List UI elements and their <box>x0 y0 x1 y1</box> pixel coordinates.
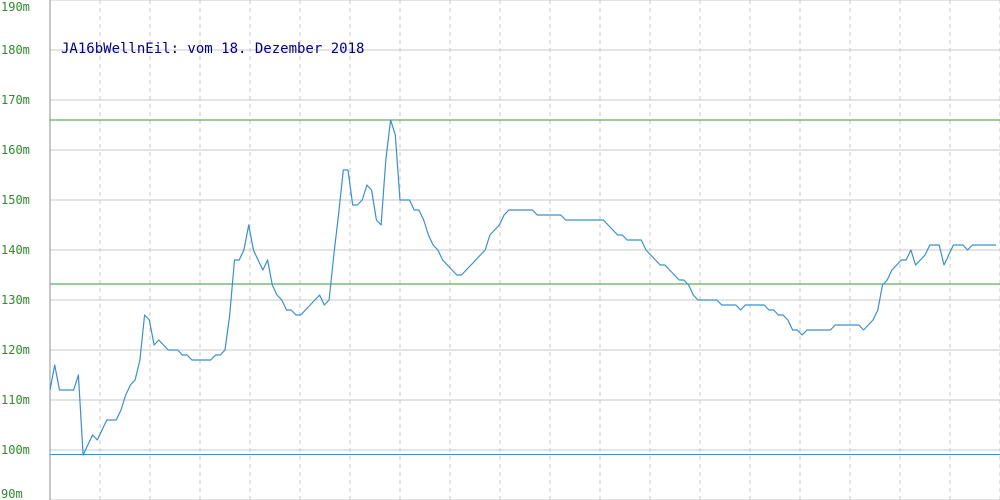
y-tick-label: 90m <box>1 487 23 500</box>
y-tick-label: 170m <box>1 93 30 107</box>
y-tick-label: 180m <box>1 43 30 57</box>
y-tick-label: 190m <box>1 0 30 14</box>
y-tick-label: 130m <box>1 293 30 307</box>
line-chart: 90m 100m 110m 120m 130m 140m 150m 160m 170m 180m 1… <box>0 0 1000 500</box>
y-tick-label: 100m <box>1 443 30 457</box>
chart-container: 90m 100m 110m 120m 130m 140m 150m 160m 170m 180m 1… <box>0 0 1000 500</box>
y-tick-label: 140m <box>1 243 30 257</box>
y-tick-label: 110m <box>1 393 30 407</box>
y-tick-label: 160m <box>1 143 30 157</box>
chart-title: JA16bWellnEil: vom 18. Dezember 2018 <box>61 41 364 57</box>
y-tick-label: 120m <box>1 343 30 357</box>
y-tick-label: 150m <box>1 193 30 207</box>
